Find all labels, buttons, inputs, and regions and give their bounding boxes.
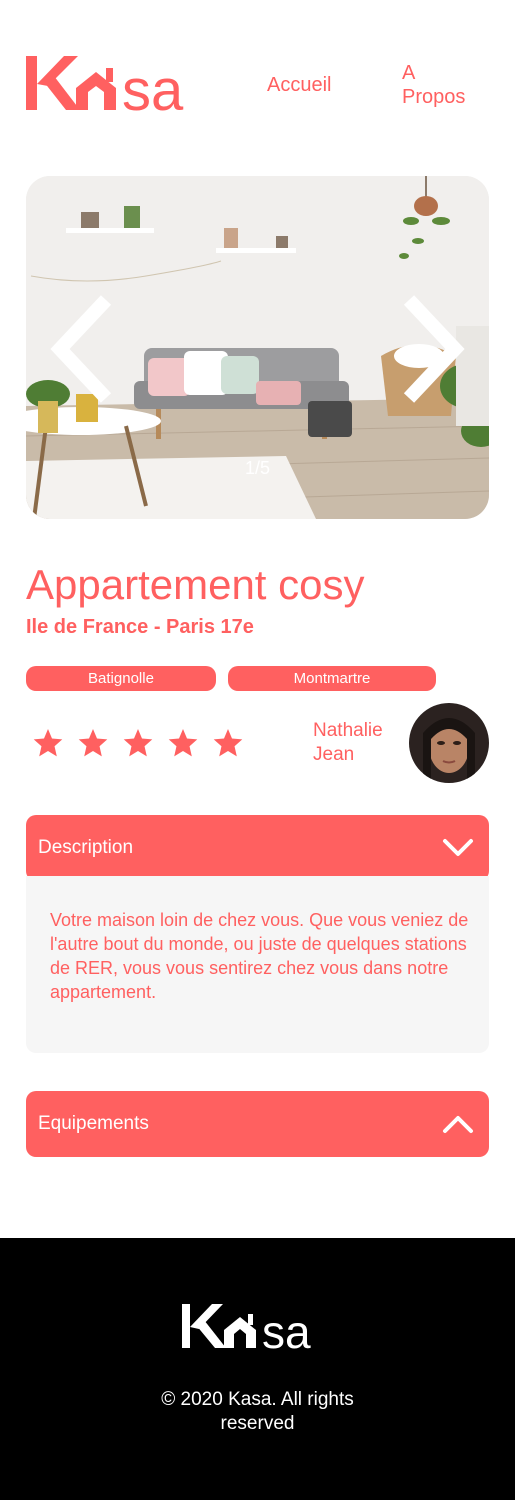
star-icon [78, 729, 108, 757]
listing-location: Ile de France - Paris 17e [26, 616, 254, 638]
kasa-logo-mark: sa [26, 56, 184, 123]
host-last-name: Jean [313, 744, 355, 765]
copyright-line2: reserved [220, 1413, 295, 1434]
star-icon [213, 729, 243, 757]
tag-list: Batignolle Montmartre [26, 666, 436, 691]
copyright-text: © 2020 Kasa. All rights reserved [0, 1388, 515, 1436]
copyright-line1: © 2020 Kasa. All rights [161, 1389, 354, 1410]
listing-title: Appartement cosy [26, 561, 365, 608]
rating-stars [32, 727, 244, 759]
star-icon [123, 729, 153, 757]
star-icon [33, 729, 63, 757]
nav-about-line2: Propos [402, 86, 466, 108]
host-first-name: Nathalie [313, 720, 383, 741]
equipments-collapse-toggle[interactable]: Equipements [26, 1091, 489, 1157]
description-label: Description [38, 837, 134, 858]
image-carousel: 1/5 [26, 176, 489, 519]
carousel-counter: 1/5 [244, 458, 271, 478]
carousel-next-arrow[interactable] [395, 294, 465, 404]
chevron-up-icon [443, 1116, 473, 1133]
site-footer: sa © 2020 Kasa. All rights reserved [0, 1238, 515, 1500]
host-name: Nathalie Jean [313, 719, 383, 767]
host-portrait [409, 703, 489, 783]
tag-item: Montmartre [228, 666, 436, 691]
kasa-footer-logo: sa [182, 1304, 311, 1354]
nav-home-link[interactable]: Accueil [267, 73, 331, 97]
chevron-down-icon [443, 839, 473, 856]
svg-text:sa: sa [122, 58, 184, 116]
description-text: Votre maison loin de chez vous. Que vous… [50, 910, 469, 1002]
tag-item: Batignolle [26, 666, 216, 691]
nav-about-line1: A [402, 62, 416, 84]
svg-text:sa: sa [262, 1306, 311, 1354]
description-collapse-toggle[interactable]: Description [26, 815, 489, 881]
star-icon [168, 729, 198, 757]
equipments-label: Equipements [38, 1113, 149, 1134]
description-panel: Votre maison loin de chez vous. Que vous… [26, 876, 489, 1053]
site-header: sa Accueil A Propos [0, 0, 515, 150]
host-avatar [409, 703, 489, 783]
kasa-logo[interactable]: sa [26, 52, 206, 123]
carousel-prev-arrow[interactable] [50, 294, 120, 404]
nav-about-link[interactable]: A Propos [402, 61, 492, 109]
